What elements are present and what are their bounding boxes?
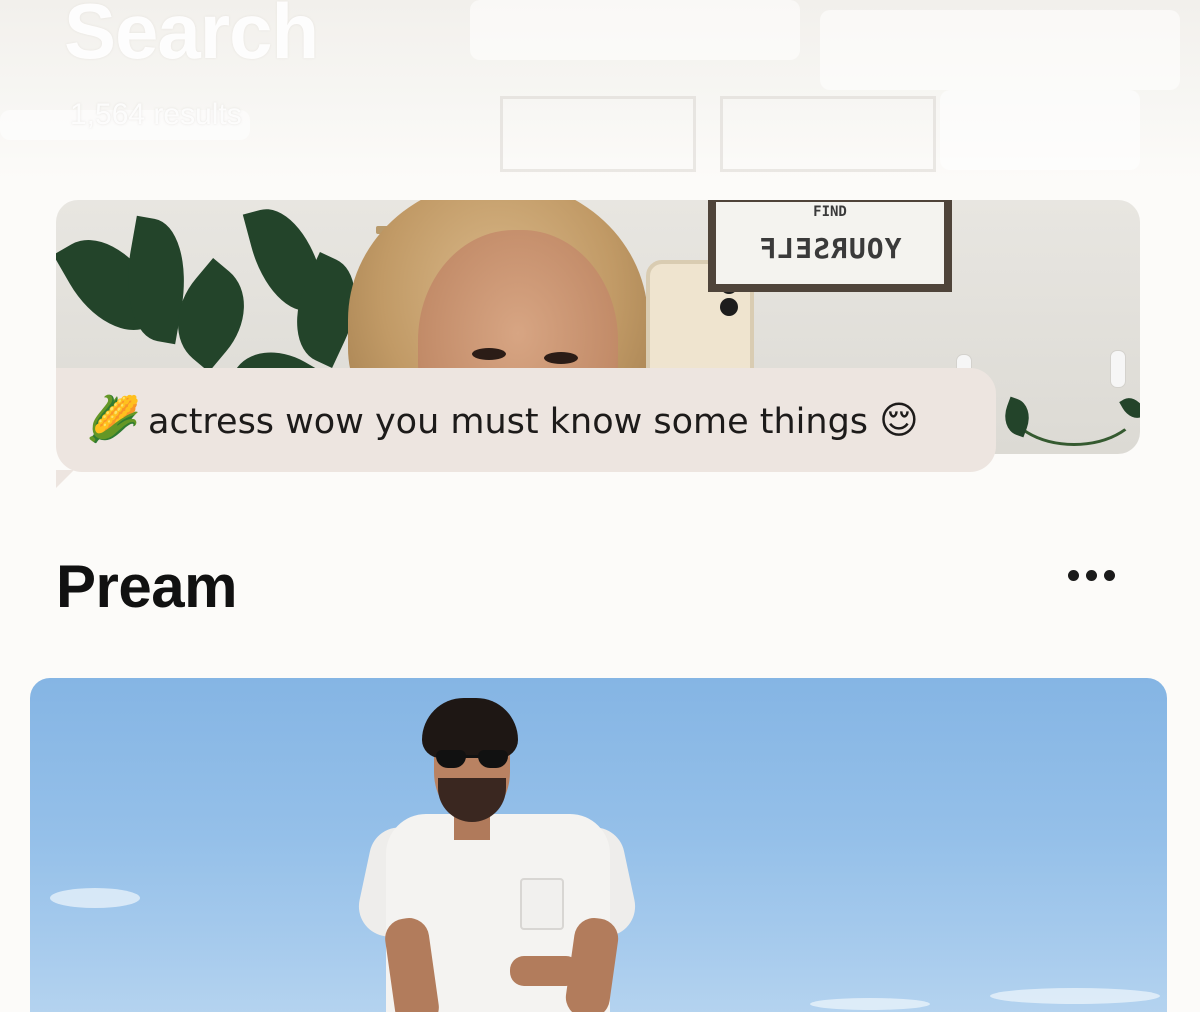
cloud — [810, 998, 930, 1010]
ghost-reflection — [940, 90, 1140, 170]
more-horizontal-icon — [1085, 569, 1097, 581]
ghost-reflection — [470, 0, 800, 60]
corn-emoji-icon: 🌽 — [86, 394, 141, 445]
ghost-reflection — [500, 96, 696, 172]
comment-bubble[interactable]: 🌽 actress wow you must know some things … — [56, 368, 996, 472]
cloud — [50, 888, 140, 908]
poster-top-text: FIND — [813, 204, 847, 220]
comment-bubble-tail — [56, 470, 74, 488]
more-options-button[interactable] — [1056, 552, 1126, 598]
relieved-face-emoji-icon: 😌 — [879, 398, 919, 442]
shirt-pocket — [520, 878, 564, 930]
sunglasses-lens — [478, 750, 508, 768]
hand — [510, 956, 580, 986]
search-header: Search 1,564 results — [0, 0, 1200, 180]
ghost-reflection — [720, 96, 936, 172]
eye — [472, 348, 506, 360]
cloud — [990, 988, 1160, 1004]
phone-camera — [720, 298, 738, 316]
profile-photo-card[interactable] — [30, 678, 1167, 1012]
more-horizontal-icon — [1103, 569, 1115, 581]
sunglasses — [436, 750, 508, 768]
sunglasses-lens — [436, 750, 466, 768]
wall-poster: FIND YOURSELF — [708, 200, 952, 292]
comment-text: actress wow you must know some things — [148, 402, 869, 442]
profile-name: Pream — [56, 553, 237, 620]
eye — [544, 352, 578, 364]
search-results-page: Search 1,564 results FIND YOURSELF 🌽 act… — [0, 0, 1200, 1012]
page-title: Search — [64, 0, 319, 75]
comment-text-row: actress wow you must know some things 😌 — [148, 398, 919, 444]
sunglasses-bridge — [464, 755, 480, 758]
ghost-reflection — [820, 10, 1180, 90]
more-horizontal-icon — [1067, 569, 1079, 581]
results-count: 1,564 results — [70, 98, 242, 131]
photo-subject-hair — [422, 698, 518, 758]
poster-text: YOURSELF — [758, 232, 902, 265]
